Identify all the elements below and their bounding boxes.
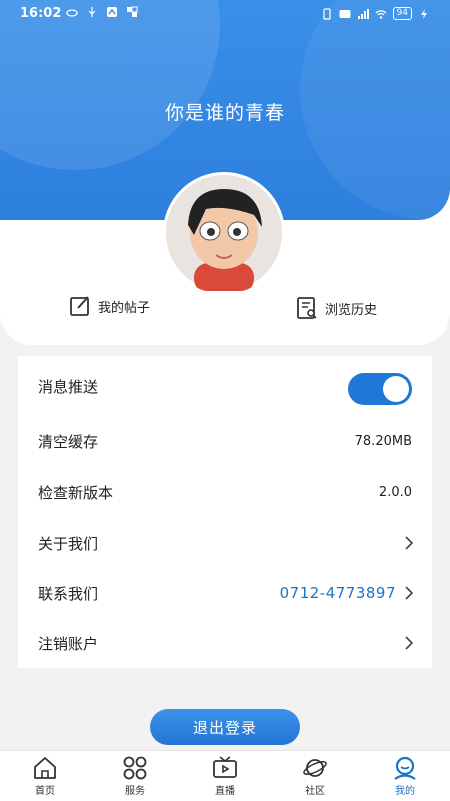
history-icon xyxy=(297,297,317,319)
bottom-tab-bar: 首页 服务 直播 社区 我的 xyxy=(0,750,450,801)
tab-home-label: 首页 xyxy=(35,786,55,797)
vibrate-icon xyxy=(322,7,331,20)
contact-phone-value[interactable]: 0712-4773897 xyxy=(280,584,396,602)
my-posts-label: 我的帖子 xyxy=(98,300,151,316)
push-notification-row: 消息推送 xyxy=(18,361,432,411)
chevron-right-icon xyxy=(405,636,414,650)
about-us-row[interactable]: 关于我们 xyxy=(18,518,432,568)
charging-icon xyxy=(421,8,427,19)
avatar[interactable] xyxy=(163,172,285,294)
clear-cache-label: 清空缓存 xyxy=(38,432,99,451)
deregister-account-label: 注销账户 xyxy=(38,634,99,653)
app-notification-icon xyxy=(127,6,138,17)
clear-cache-row[interactable]: 清空缓存 78.20MB xyxy=(18,416,432,466)
profile-icon xyxy=(394,756,416,780)
check-update-row[interactable]: 检查新版本 2.0.0 xyxy=(18,467,432,517)
browse-history-button[interactable]: 浏览历史 xyxy=(295,296,377,320)
tab-services[interactable]: 服务 xyxy=(105,755,165,799)
version-value: 2.0.0 xyxy=(378,484,412,500)
tab-live[interactable]: 直播 xyxy=(195,755,255,799)
toggle-knob xyxy=(383,376,409,402)
signal-icon xyxy=(357,8,369,19)
settings-list: 消息推送 清空缓存 78.20MB 检查新版本 2.0.0 关于我们 联系我们 … xyxy=(18,356,432,668)
about-us-label: 关于我们 xyxy=(38,534,99,553)
tab-services-label: 服务 xyxy=(125,786,145,797)
status-bar: 16:02 94 xyxy=(0,0,450,28)
quick-actions: 我的帖子 浏览历史 xyxy=(0,292,450,322)
status-right-icons: 94 xyxy=(321,7,430,20)
hd-icon xyxy=(339,9,351,18)
tab-live-label: 直播 xyxy=(215,786,235,797)
push-notification-label: 消息推送 xyxy=(38,377,99,396)
avatar-container[interactable] xyxy=(163,172,285,294)
check-update-label: 检查新版本 xyxy=(38,483,114,502)
status-left-icons xyxy=(66,6,138,18)
battery-indicator: 94 xyxy=(392,7,412,20)
app-notification-icon xyxy=(107,7,117,17)
cloud-icon xyxy=(66,9,78,17)
edit-icon xyxy=(70,296,89,316)
tab-mine[interactable]: 我的 xyxy=(375,755,435,799)
status-time: 16:02 xyxy=(20,6,62,21)
logout-button[interactable]: 退出登录 xyxy=(150,709,300,745)
usb-icon xyxy=(88,7,96,17)
tab-mine-label: 我的 xyxy=(395,786,415,797)
contact-us-label: 联系我们 xyxy=(38,584,99,603)
browse-history-label: 浏览历史 xyxy=(325,302,378,318)
deregister-account-row[interactable]: 注销账户 xyxy=(18,618,432,668)
chevron-right-icon xyxy=(405,536,414,550)
avatar-cartoon-image xyxy=(166,175,282,293)
push-notification-toggle[interactable] xyxy=(348,373,412,405)
wifi-icon xyxy=(375,9,387,19)
tab-community[interactable]: 社区 xyxy=(285,755,345,799)
tab-community-label: 社区 xyxy=(305,786,325,797)
grid-icon xyxy=(123,756,147,780)
cache-size-value: 78.20MB xyxy=(354,433,412,449)
username: 你是谁的青春 xyxy=(164,102,285,124)
tv-icon xyxy=(213,756,237,778)
contact-us-row[interactable]: 联系我们 0712-4773897 xyxy=(18,568,432,618)
tab-home[interactable]: 首页 xyxy=(15,755,75,799)
my-posts-button[interactable]: 我的帖子 xyxy=(68,294,150,318)
planet-icon xyxy=(303,759,327,777)
chevron-right-icon xyxy=(405,586,414,600)
home-icon xyxy=(34,757,56,779)
